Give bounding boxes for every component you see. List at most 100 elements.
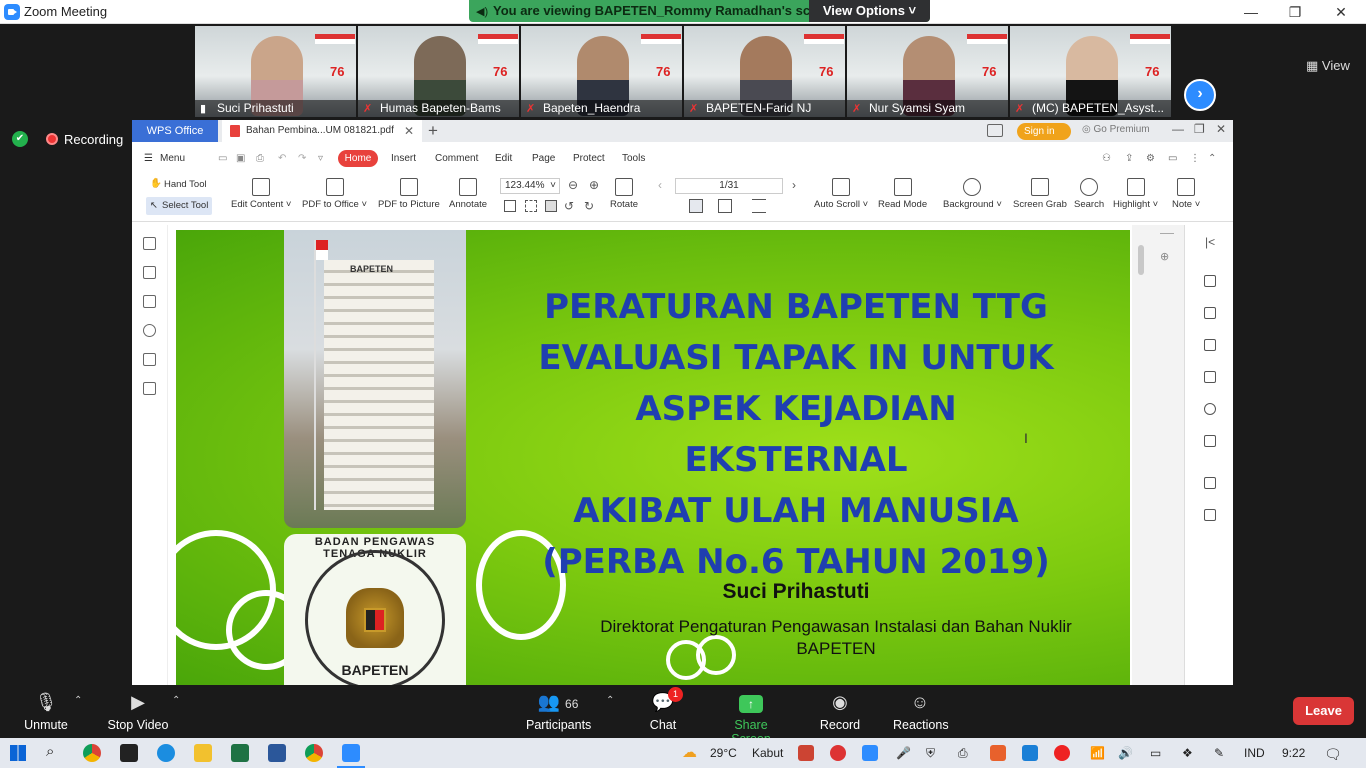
file-export-icon[interactable] xyxy=(1204,339,1216,351)
share-user-icon[interactable]: ⚇ xyxy=(1102,153,1111,164)
read-mode-button[interactable]: Read Mode xyxy=(878,178,927,210)
pdf-to-office-button[interactable]: PDF to Office ˅ xyxy=(302,178,367,210)
tray-zoom-icon[interactable] xyxy=(862,745,878,761)
view-options-button[interactable]: View Options ˅ xyxy=(809,0,930,22)
tray-app-icon-2[interactable] xyxy=(830,745,846,761)
open-folder-icon[interactable]: ▭ xyxy=(218,153,227,164)
video-options-chevron-icon[interactable]: ⌃ xyxy=(172,695,180,706)
fit-width-icon[interactable] xyxy=(545,200,557,212)
weather-icon[interactable]: ☁ xyxy=(682,743,697,761)
hand-tool-button[interactable]: ✋ Hand Tool xyxy=(150,178,207,190)
menu-home[interactable]: Home xyxy=(338,150,378,167)
screen-mode-icon[interactable] xyxy=(987,124,1003,137)
menu-protect[interactable]: Protect xyxy=(573,153,605,164)
annotate-button[interactable]: Annotate xyxy=(449,178,487,210)
stamp-icon[interactable] xyxy=(1204,403,1216,415)
screen-grab-button[interactable]: Screen Grab xyxy=(1013,178,1067,210)
participant-tile[interactable]: 76 ▮ Suci Prihastuti xyxy=(195,26,356,117)
rotate-right-icon[interactable]: ↻ xyxy=(584,199,594,213)
menu-tools[interactable]: Tools xyxy=(622,153,645,164)
bookmark-icon[interactable] xyxy=(143,237,156,250)
chrome-profile-icon[interactable] xyxy=(305,744,323,762)
windows-start-icon[interactable] xyxy=(10,745,26,761)
participant-tile[interactable]: 76 ✗ Humas Bapeten-Bams xyxy=(358,26,519,117)
tray-app-icon-5[interactable] xyxy=(1054,745,1070,761)
participant-tile[interactable]: 76 ✗ Nur Syamsi Syam xyxy=(847,26,1008,117)
vertical-scrollbar[interactable] xyxy=(1138,245,1144,275)
wps-close-icon[interactable]: ✕ xyxy=(1216,122,1226,136)
note-button[interactable]: Note ˅ xyxy=(1172,178,1200,210)
search-icon[interactable]: ⌕ xyxy=(46,743,54,760)
sign-in-button[interactable]: Sign in xyxy=(1017,123,1071,140)
rotate-left-icon[interactable]: ↺ xyxy=(564,199,574,213)
participant-tile[interactable]: 76 ✗ Bapeten_Haendra xyxy=(521,26,682,117)
menu-edit[interactable]: Edit xyxy=(495,153,512,164)
participants-button[interactable]: 👥 66 Participants xyxy=(526,691,591,732)
signature-icon[interactable] xyxy=(143,353,156,366)
wps-office-tab[interactable]: WPS Office xyxy=(132,120,218,142)
form-icon[interactable] xyxy=(1204,371,1216,383)
single-page-icon[interactable] xyxy=(689,199,703,213)
wifi-icon[interactable]: 📶 xyxy=(1090,746,1105,760)
security-icon[interactable]: ⛨ xyxy=(926,746,935,761)
unmute-button[interactable]: 🎙 Unmute xyxy=(22,691,70,732)
search-button[interactable]: Search xyxy=(1074,178,1104,210)
minimize-icon[interactable]: — xyxy=(1228,2,1274,22)
wps-minimize-icon[interactable]: — xyxy=(1172,122,1184,136)
edit-pen-icon[interactable] xyxy=(1204,307,1216,319)
notification-icon[interactable]: 🗨 xyxy=(1324,746,1342,763)
settings-gear-icon[interactable]: ⚙ xyxy=(1146,153,1155,164)
zoom-lens-icon[interactable]: ⊕ xyxy=(1160,250,1169,263)
menu-menu[interactable]: Menu xyxy=(160,153,185,164)
highlight-button[interactable]: Highlight ˅ xyxy=(1113,178,1158,210)
participants-chevron-icon[interactable]: ⌃ xyxy=(606,695,614,706)
menu-insert[interactable]: Insert xyxy=(391,153,416,164)
tray-app-icon-1[interactable] xyxy=(798,745,814,761)
input-language[interactable]: IND xyxy=(1244,746,1265,760)
reactions-button[interactable]: ☺ Reactions xyxy=(893,691,949,732)
file-explorer-icon[interactable] xyxy=(194,744,212,762)
message-icon[interactable]: ▭ xyxy=(1168,153,1177,164)
zoom-taskbar-icon[interactable] xyxy=(342,744,360,762)
share-export-icon[interactable]: ⇪ xyxy=(1125,153,1133,164)
select-tool-button[interactable]: ↖ Select Tool xyxy=(146,197,212,215)
pdf-to-picture-button[interactable]: PDF to Picture xyxy=(378,178,440,210)
menu-hamburger-icon[interactable]: ☰ xyxy=(144,153,153,164)
close-icon[interactable]: ✕ xyxy=(1318,2,1364,22)
auto-scroll-button[interactable]: Auto Scroll ˅ xyxy=(814,178,868,210)
undo-icon[interactable]: ↶ xyxy=(278,153,286,164)
zoom-out-icon[interactable]: ⊖ xyxy=(568,178,578,192)
zoom-level-select[interactable]: 123.44% ˅ xyxy=(500,178,560,194)
excel-icon[interactable] xyxy=(231,744,249,762)
go-premium-button[interactable]: ◎ Go Premium xyxy=(1082,124,1150,135)
media-app-icon[interactable] xyxy=(120,744,138,762)
continuous-scroll-icon[interactable] xyxy=(752,199,766,213)
edge-icon[interactable] xyxy=(157,744,175,762)
wps-restore-icon[interactable]: ❐ xyxy=(1194,122,1205,136)
compare-icon[interactable] xyxy=(1204,435,1216,447)
microphone-icon[interactable]: 🎤 xyxy=(896,746,911,760)
layers-icon[interactable] xyxy=(143,382,156,395)
file-edit-icon[interactable] xyxy=(1204,275,1216,287)
thumbnail-icon[interactable] xyxy=(143,266,156,279)
double-page-icon[interactable] xyxy=(718,199,732,213)
maximize-icon[interactable]: ❐ xyxy=(1272,2,1318,22)
new-tab-plus-icon[interactable]: + xyxy=(428,120,438,142)
previous-page-icon[interactable]: ‹ xyxy=(658,178,662,192)
participant-tile[interactable]: 76 ✗ BAPETEN-Farid NJ xyxy=(684,26,845,117)
volume-icon[interactable]: 🔊 xyxy=(1118,746,1133,760)
more-options-icon[interactable]: ⋮ xyxy=(1190,153,1200,164)
dropbox-icon[interactable]: ❖ xyxy=(1182,746,1193,760)
audio-options-chevron-icon[interactable]: ⌃ xyxy=(74,695,82,706)
view-button[interactable]: ▦ View xyxy=(1306,58,1350,74)
comment-icon[interactable] xyxy=(143,295,156,308)
word-icon[interactable] xyxy=(268,744,286,762)
more-dropdown-icon[interactable]: ▿ xyxy=(318,153,323,164)
zoom-in-icon[interactable]: ⊕ xyxy=(589,178,599,192)
pdf-document-tab[interactable]: Bahan Pembina...UM 081821.pdf ✕ xyxy=(222,120,422,142)
battery-icon[interactable]: ▭ xyxy=(1150,746,1161,760)
actual-size-icon[interactable] xyxy=(504,200,516,212)
crop-icon[interactable] xyxy=(1204,509,1216,521)
leave-button[interactable]: Leave xyxy=(1293,697,1354,725)
menu-comment[interactable]: Comment xyxy=(435,153,478,164)
